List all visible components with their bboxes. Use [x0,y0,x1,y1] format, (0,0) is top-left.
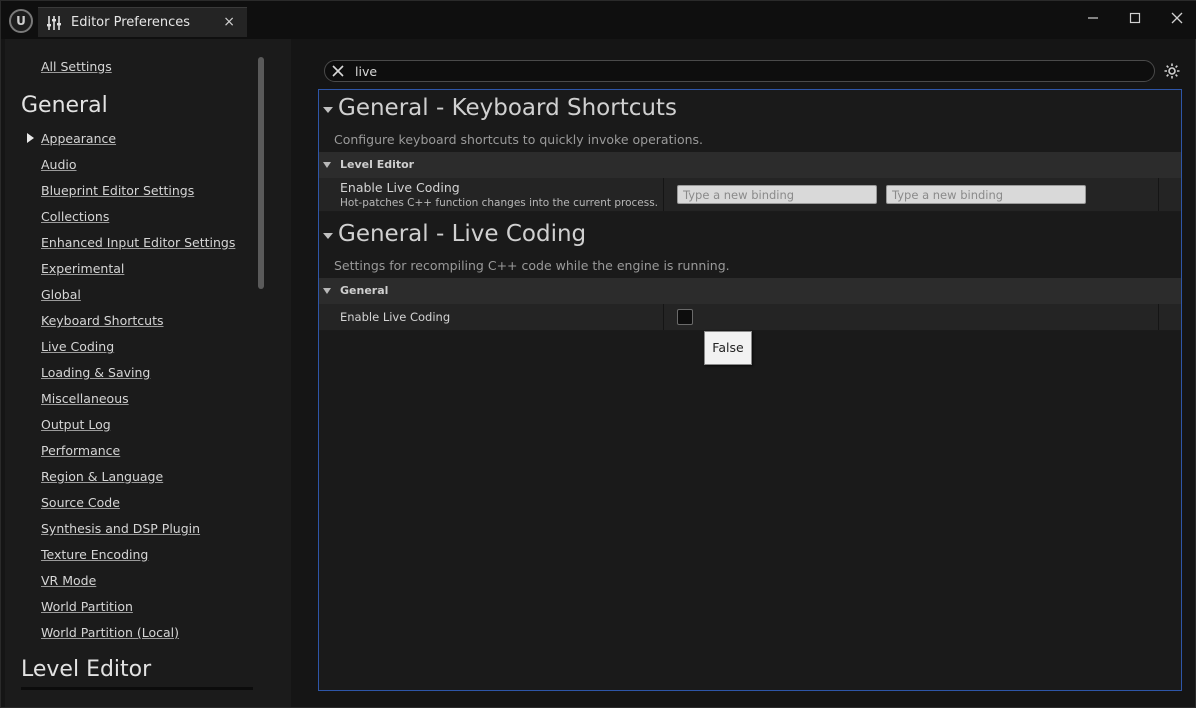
sidebar-item-source-code[interactable]: Source Code [41,495,120,510]
binding-input-primary[interactable] [677,185,877,204]
section-collapse-arrow-icon[interactable] [323,233,333,239]
sidebar-item-collections[interactable]: Collections [41,209,109,224]
unreal-logo-icon: U [9,9,33,33]
close-window-button[interactable] [1163,7,1191,29]
category-header-level-editor[interactable]: Level Editor [319,152,1181,178]
selected-arrow-icon [27,133,34,143]
minimize-icon [1088,17,1098,19]
property-subtitle: Hot-patches C++ function changes into th… [340,197,659,209]
tab-title: Editor Preferences [71,15,191,30]
section-title-keyboard-shortcuts: General - Keyboard Shortcuts [338,95,677,121]
sidebar-item-appearance[interactable]: Appearance [41,131,116,146]
category-label: General [340,284,389,297]
sidebar-heading-level-editor: Level Editor [21,657,152,682]
tab-editor-preferences[interactable]: Editor Preferences × [38,7,247,37]
details-panel: General - Keyboard Shortcuts Configure k… [318,89,1182,691]
search-input[interactable] [355,62,1135,80]
column-splitter-right [1158,178,1159,211]
category-collapse-arrow-icon[interactable] [323,288,331,294]
sidebar-item-world-partition-local[interactable]: World Partition (Local) [41,625,179,640]
main-panel: General - Keyboard Shortcuts Configure k… [291,39,1193,707]
gear-icon[interactable] [1163,62,1181,80]
sidebar-scrollbar[interactable] [258,57,264,289]
editor-preferences-window: U Editor Preferences × All Settings Gene… [0,0,1196,708]
category-header-general[interactable]: General [319,278,1181,304]
category-label: Level Editor [340,158,415,171]
section-description: Configure keyboard shortcuts to quickly … [334,132,704,147]
settings-sidebar: All Settings General Appearance Audio Bl… [5,39,291,707]
title-bar: U Editor Preferences × [1,1,1196,39]
section-title-live-coding: General - Live Coding [338,221,587,247]
sidebar-item-keyboard-shortcuts[interactable]: Keyboard Shortcuts [41,313,164,328]
enable-live-coding-checkbox[interactable] [677,309,693,325]
section-collapse-arrow-icon[interactable] [323,107,333,113]
column-splitter[interactable] [663,304,664,330]
column-splitter[interactable] [663,178,664,211]
sidebar-item-enhanced-input[interactable]: Enhanced Input Editor Settings [41,235,235,250]
column-splitter-right [1158,304,1159,330]
close-icon [1171,12,1183,24]
category-collapse-arrow-icon[interactable] [323,162,331,168]
sidebar-divider [21,687,253,690]
sidebar-item-audio[interactable]: Audio [41,157,77,172]
minimize-button[interactable] [1079,7,1107,29]
maximize-icon [1129,12,1141,24]
sidebar-item-synthesis-dsp[interactable]: Synthesis and DSP Plugin [41,521,200,536]
sidebar-item-global[interactable]: Global [41,287,81,302]
sidebar-item-region-language[interactable]: Region & Language [41,469,163,484]
sidebar-item-world-partition[interactable]: World Partition [41,599,133,614]
sidebar-item-vr-mode[interactable]: VR Mode [41,573,96,588]
sidebar-item-output-log[interactable]: Output Log [41,417,111,432]
binding-input-secondary[interactable] [886,185,1086,204]
sidebar-heading-general: General [21,93,108,118]
maximize-button[interactable] [1121,7,1149,29]
sidebar-item-texture-encoding[interactable]: Texture Encoding [41,547,148,562]
sidebar-item-miscellaneous[interactable]: Miscellaneous [41,391,129,406]
sidebar-item-performance[interactable]: Performance [41,443,120,458]
clear-search-icon[interactable] [330,63,346,79]
checkbox-value-tooltip: False [704,331,752,365]
property-row-keyboard-live-coding: Enable Live Coding Hot-patches C++ funct… [319,178,1181,212]
sidebar-item-live-coding[interactable]: Live Coding [41,339,114,354]
property-name: Enable Live Coding [340,180,460,195]
section-description: Settings for recompiling C++ code while … [334,258,730,273]
property-row-enable-live-coding: Enable Live Coding [319,304,1181,331]
sidebar-item-loading-saving[interactable]: Loading & Saving [41,365,150,380]
sidebar-item-blueprint-editor-settings[interactable]: Blueprint Editor Settings [41,183,194,198]
all-settings-link[interactable]: All Settings [41,59,112,74]
sliders-icon [47,15,61,30]
property-name: Enable Live Coding [340,310,451,324]
tab-close-button[interactable]: × [223,14,235,30]
sidebar-item-experimental[interactable]: Experimental [41,261,124,276]
search-box[interactable] [324,60,1155,82]
